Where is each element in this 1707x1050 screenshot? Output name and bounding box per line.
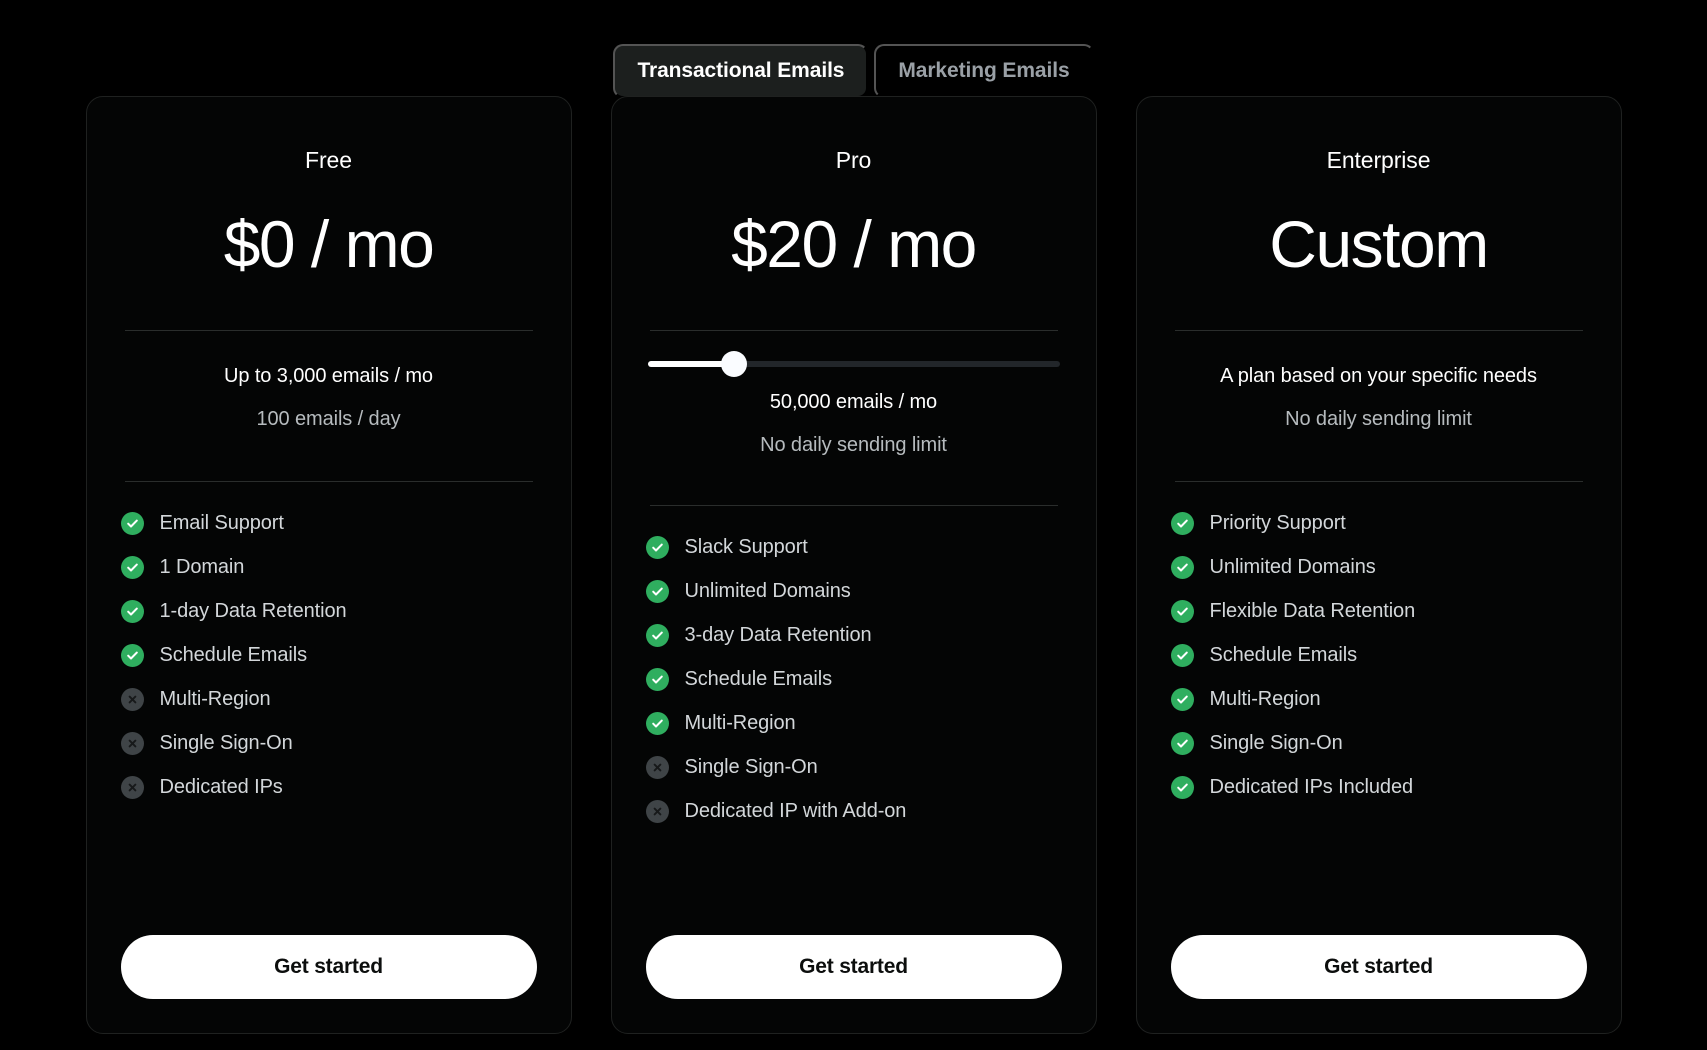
feature-row: Unlimited Domains xyxy=(645,580,1062,603)
plan-quota-secondary: No daily sending limit xyxy=(760,434,947,456)
pricing-card-pro: Pro $20 / mo 50,000 emails / mo No daily se… xyxy=(610,96,1097,1034)
feature-row: Schedule Emails xyxy=(120,644,537,667)
feature-label: Slack Support xyxy=(684,536,808,558)
feature-label: Dedicated IPs xyxy=(159,776,283,798)
check-circle-icon xyxy=(645,624,669,647)
feature-row: Single Sign-On xyxy=(645,756,1062,779)
plan-quota-secondary: No daily sending limit xyxy=(1285,408,1472,430)
check-circle-icon xyxy=(645,580,669,603)
feature-row: 1-day Data Retention xyxy=(120,600,537,623)
feature-label: Schedule Emails xyxy=(684,668,833,690)
feature-row: Flexible Data Retention xyxy=(1170,600,1587,623)
feature-row: Dedicated IP with Add-on xyxy=(645,800,1062,823)
feature-row: Single Sign-On xyxy=(1170,732,1587,755)
feature-label: 1 Domain xyxy=(159,556,245,578)
plan-price: Custom xyxy=(1269,207,1489,281)
feature-row: Multi-Region xyxy=(645,712,1062,735)
cross-circle-icon xyxy=(120,776,144,799)
feature-label: Unlimited Domains xyxy=(684,580,851,602)
check-circle-icon xyxy=(1170,688,1194,711)
check-circle-icon xyxy=(120,600,144,623)
cross-circle-icon xyxy=(120,688,144,711)
check-circle-icon xyxy=(645,668,669,691)
feature-label: Unlimited Domains xyxy=(1209,556,1376,578)
plan-feature-list: Email Support 1 Domain 1-day Data Retentio… xyxy=(120,482,537,799)
slider-thumb[interactable] xyxy=(721,351,748,377)
feature-row: Priority Support xyxy=(1170,512,1587,535)
feature-row: Unlimited Domains xyxy=(1170,556,1587,579)
check-circle-icon xyxy=(1170,776,1194,799)
pricing-tab-bar: Transactional Emails Marketing Emails xyxy=(0,0,1707,98)
check-circle-icon xyxy=(120,644,144,667)
pricing-cards-container: Free $0 / mo Up to 3,000 emails / mo 100 em… xyxy=(0,96,1707,1034)
plan-quota-secondary: 100 emails / day xyxy=(256,408,401,430)
cross-circle-icon xyxy=(120,732,144,755)
plan-quota-primary: A plan based on your specific needs xyxy=(1220,365,1537,387)
plan-name: Free xyxy=(305,147,352,173)
check-circle-icon xyxy=(1170,644,1194,667)
feature-row: Single Sign-On xyxy=(120,732,537,755)
feature-row: Multi-Region xyxy=(1170,688,1587,711)
check-circle-icon xyxy=(120,512,144,535)
pricing-card-free: Free $0 / mo Up to 3,000 emails / mo 100 em… xyxy=(85,96,572,1034)
check-circle-icon xyxy=(1170,512,1194,535)
plan-quota-primary: 50,000 emails / mo xyxy=(769,391,938,413)
check-circle-icon xyxy=(1170,600,1194,623)
plan-quota: Up to 3,000 emails / mo 100 emails / day xyxy=(121,331,537,457)
check-circle-icon xyxy=(1170,556,1194,579)
feature-label: Email Support xyxy=(159,512,284,534)
get-started-button[interactable]: Get started xyxy=(645,935,1062,999)
feature-label: Multi-Region xyxy=(684,712,796,734)
feature-row: Multi-Region xyxy=(120,688,537,711)
get-started-button[interactable]: Get started xyxy=(120,935,537,999)
plan-quota: A plan based on your specific needs No da… xyxy=(1171,331,1587,457)
plan-price: $0 / mo xyxy=(223,207,435,281)
check-circle-icon xyxy=(645,712,669,735)
feature-label: Multi-Region xyxy=(159,688,271,710)
check-circle-icon xyxy=(645,536,669,559)
feature-label: Multi-Region xyxy=(1209,688,1321,710)
cross-circle-icon xyxy=(645,756,669,779)
feature-label: Schedule Emails xyxy=(159,644,308,666)
feature-row: Schedule Emails xyxy=(645,668,1062,691)
plan-name: Enterprise xyxy=(1326,147,1431,173)
plan-name: Pro xyxy=(835,147,872,173)
feature-row: Dedicated IPs Included xyxy=(1170,776,1587,799)
feature-row: Schedule Emails xyxy=(1170,644,1587,667)
plan-feature-list: Priority Support Unlimited Domains Flexibl… xyxy=(1170,482,1587,799)
feature-label: Flexible Data Retention xyxy=(1209,600,1416,622)
feature-label: Single Sign-On xyxy=(1209,732,1343,754)
feature-label: 1-day Data Retention xyxy=(159,600,347,622)
plan-quota-primary: Up to 3,000 emails / mo xyxy=(224,365,433,387)
check-circle-icon xyxy=(120,556,144,579)
feature-row: Email Support xyxy=(120,512,537,535)
plan-feature-list: Slack Support Unlimited Domains 3-day Data… xyxy=(645,506,1062,823)
feature-label: Dedicated IP with Add-on xyxy=(684,800,907,822)
feature-row: 1 Domain xyxy=(120,556,537,579)
feature-row: 3-day Data Retention xyxy=(645,624,1062,647)
feature-label: 3-day Data Retention xyxy=(684,624,872,646)
feature-label: Single Sign-On xyxy=(159,732,293,754)
tab-marketing-emails[interactable]: Marketing Emails xyxy=(874,43,1094,98)
cross-circle-icon xyxy=(645,800,669,823)
tab-transactional-emails[interactable]: Transactional Emails xyxy=(613,43,869,98)
email-volume-slider-wrap xyxy=(646,331,1062,377)
plan-price: $20 / mo xyxy=(731,207,977,281)
plan-quota: 50,000 emails / mo No daily sending limit xyxy=(646,375,1062,479)
email-volume-slider[interactable] xyxy=(647,351,1060,377)
feature-label: Dedicated IPs Included xyxy=(1209,776,1414,798)
check-circle-icon xyxy=(1170,732,1194,755)
pricing-card-enterprise: Enterprise Custom A plan based on your spe… xyxy=(1135,96,1622,1034)
feature-row: Dedicated IPs xyxy=(120,776,537,799)
get-started-button[interactable]: Get started xyxy=(1170,935,1587,999)
feature-label: Schedule Emails xyxy=(1209,644,1358,666)
feature-label: Priority Support xyxy=(1209,512,1346,534)
feature-label: Single Sign-On xyxy=(684,756,818,778)
feature-row: Slack Support xyxy=(645,536,1062,559)
